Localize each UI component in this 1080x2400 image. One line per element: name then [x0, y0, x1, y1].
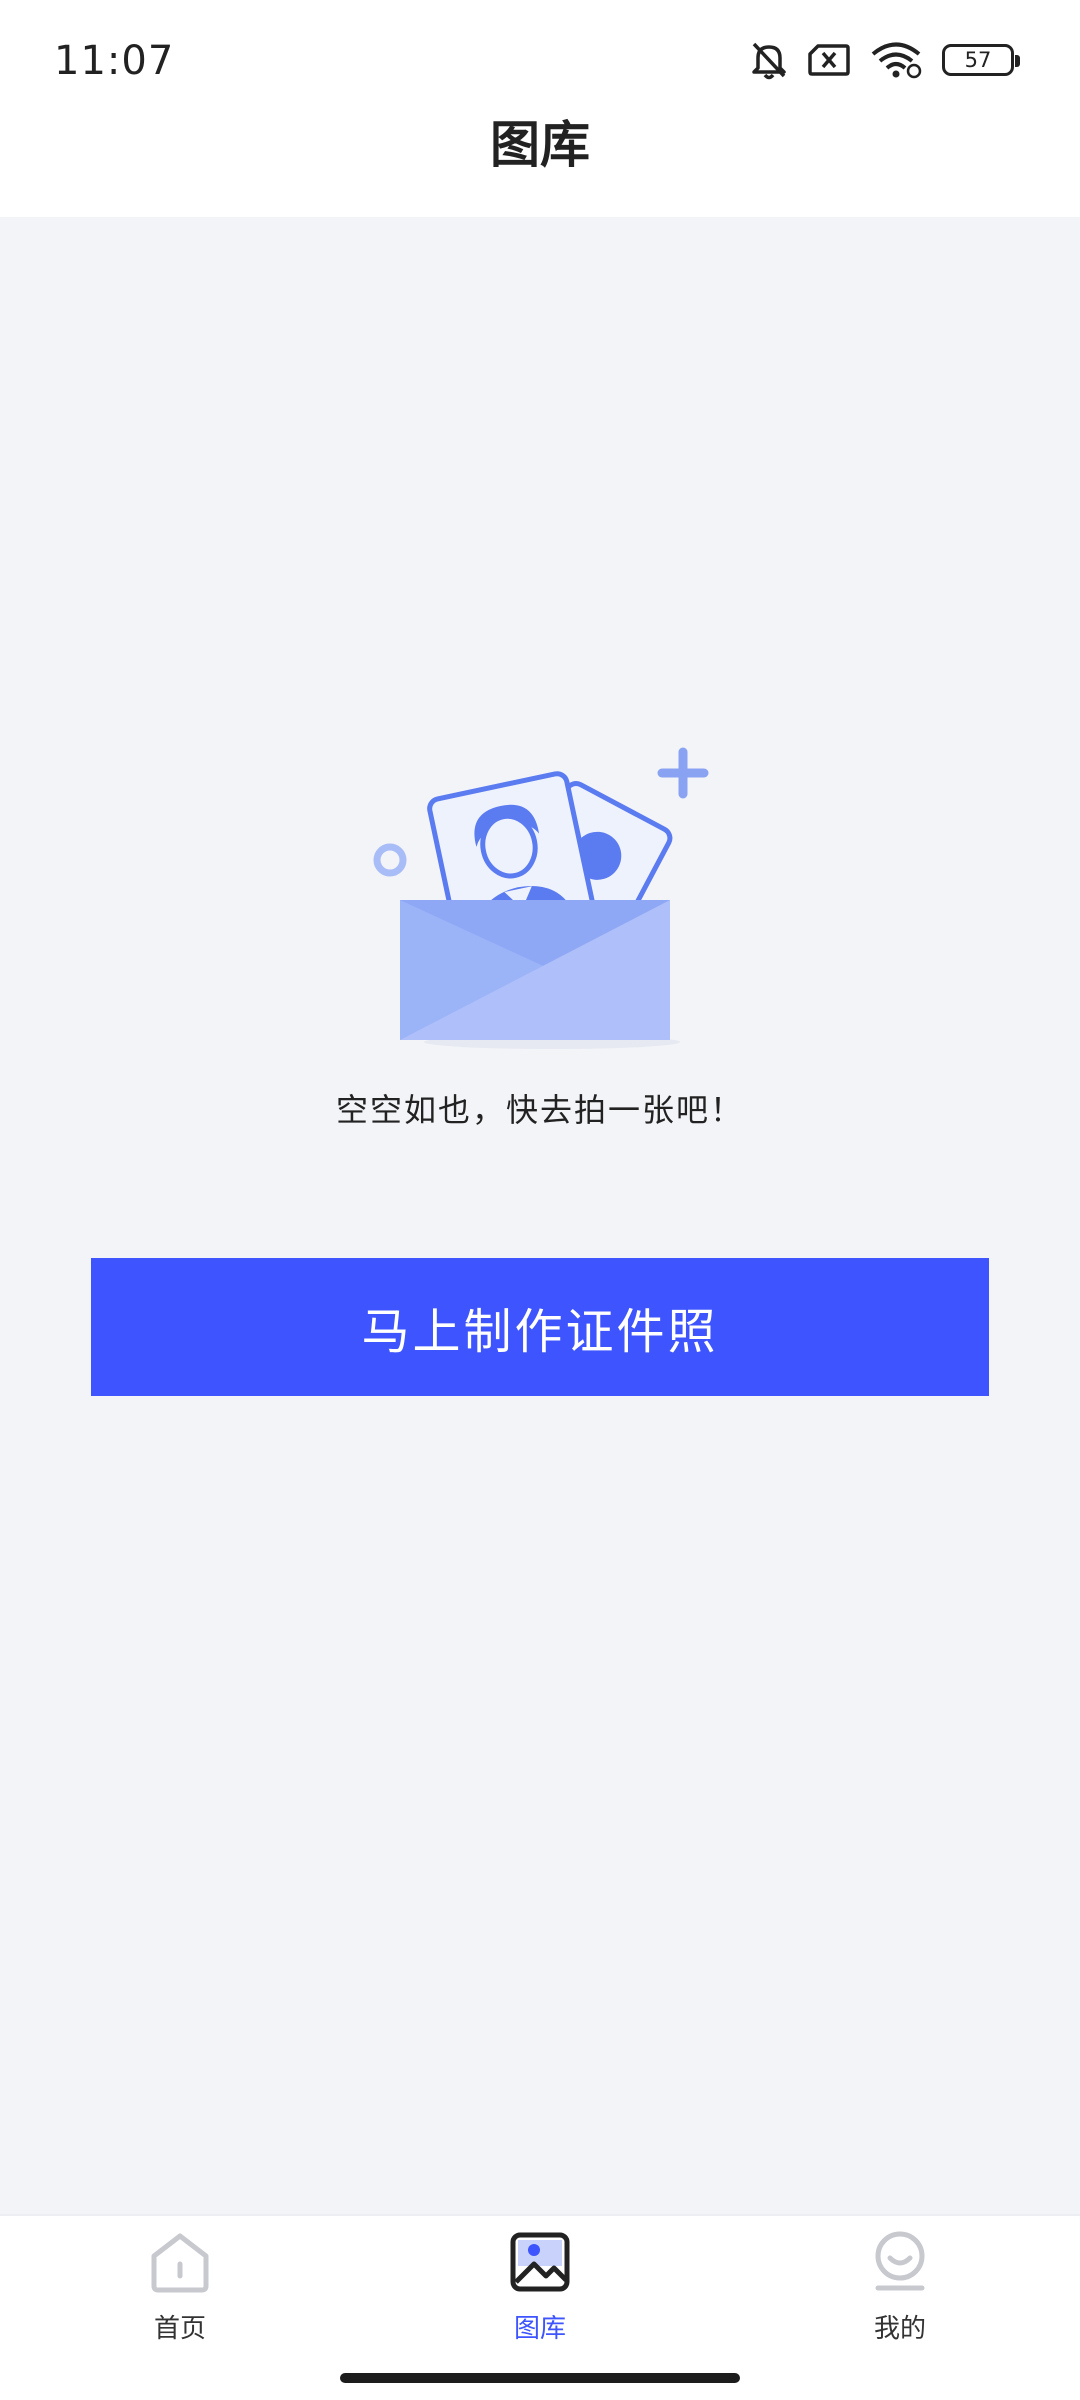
wifi-icon	[870, 41, 922, 79]
nav-item-home[interactable]: 首页	[80, 2230, 280, 2345]
header: 图库	[0, 116, 1080, 217]
envelope-with-id-photos-icon	[373, 747, 709, 1049]
empty-state-message: 空空如也，快去拍一张吧！	[335, 1091, 744, 1129]
nav-label-home: 首页	[153, 2314, 206, 2344]
sim-off-icon	[808, 43, 850, 77]
gallery-icon	[510, 2232, 570, 2292]
make-id-photo-button[interactable]: 马上制作证件照	[91, 1258, 989, 1396]
battery-level: 57	[964, 48, 992, 72]
nav-label-gallery: 图库	[513, 2314, 566, 2344]
home-icon	[151, 2233, 209, 2293]
nav-label-mine: 我的	[873, 2314, 926, 2344]
page-title: 图库	[490, 116, 590, 174]
nav-item-gallery[interactable]: 图库	[440, 2230, 640, 2345]
profile-icon	[875, 2231, 925, 2291]
bell-muted-icon	[750, 40, 788, 80]
nav-item-mine[interactable]: 我的	[800, 2230, 1000, 2345]
status-time: 11:07	[54, 38, 175, 84]
status-icons: 57	[750, 40, 1020, 80]
battery-icon: 57	[942, 44, 1020, 76]
home-indicator[interactable]	[340, 2373, 740, 2383]
